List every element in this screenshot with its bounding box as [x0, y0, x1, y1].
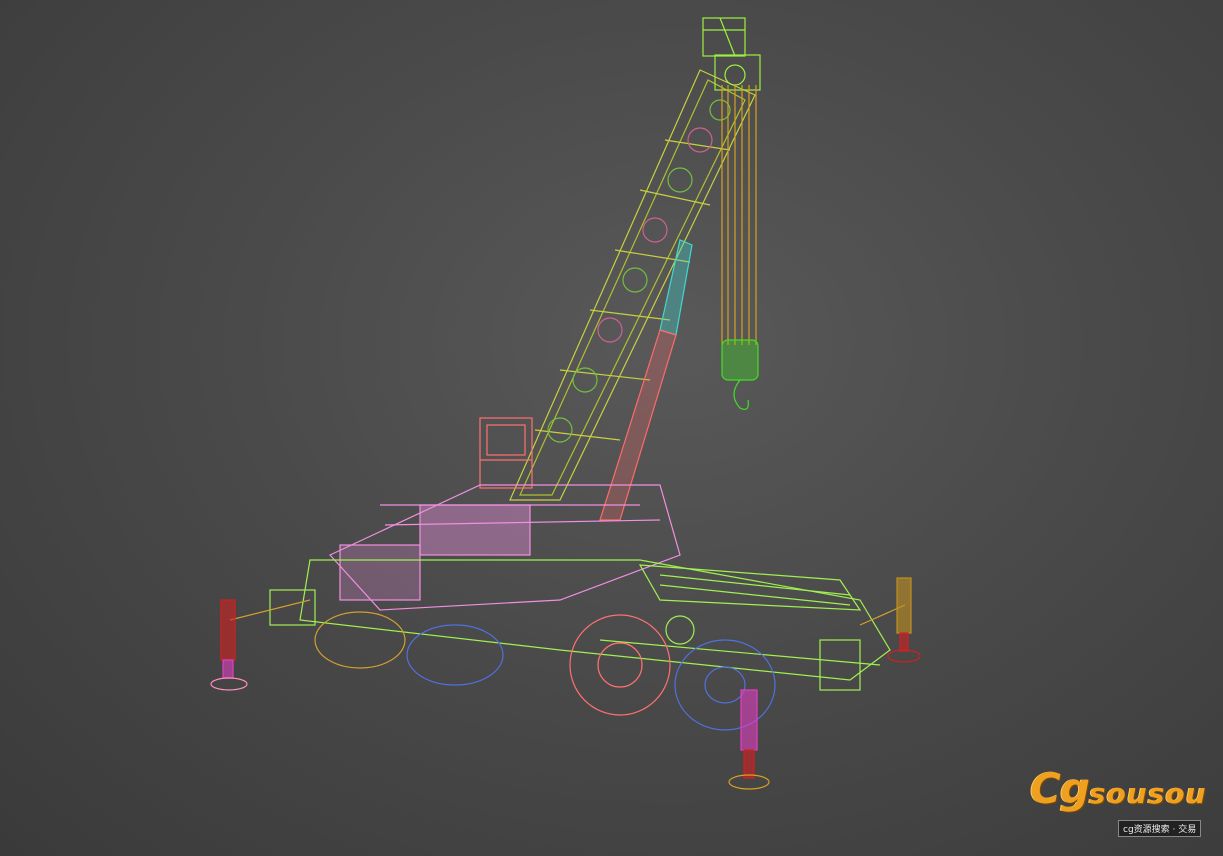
crane-superstructure[interactable] [329, 484, 681, 611]
wheel-left-front [314, 611, 406, 669]
wheel-rear-red [569, 614, 671, 716]
outrigger-front[interactable] [728, 689, 770, 790]
crane-boom-tip[interactable] [702, 17, 761, 91]
wheel-blue-front [406, 624, 504, 686]
outrigger-left[interactable] [210, 599, 311, 691]
lift-cylinder[interactable] [599, 239, 693, 521]
wheel-blue-rear [674, 639, 776, 731]
cgsousou-watermark: Cgsousou cg资源搜索 · 交易 [1030, 768, 1210, 838]
watermark-logo-small: sousou [1088, 777, 1207, 810]
hook-block[interactable] [721, 339, 759, 410]
hoist-cable[interactable] [721, 85, 757, 345]
operator-cab[interactable] [479, 417, 533, 489]
crane-wireframe-model[interactable] [210, 17, 921, 790]
watermark-logo-big: Cg [1030, 764, 1090, 813]
3d-viewport-wireframe[interactable] [0, 0, 1223, 856]
watermark-tagline: cg资源搜索 · 交易 [1118, 820, 1202, 837]
watermark-logo: Cgsousou [1030, 768, 1207, 810]
